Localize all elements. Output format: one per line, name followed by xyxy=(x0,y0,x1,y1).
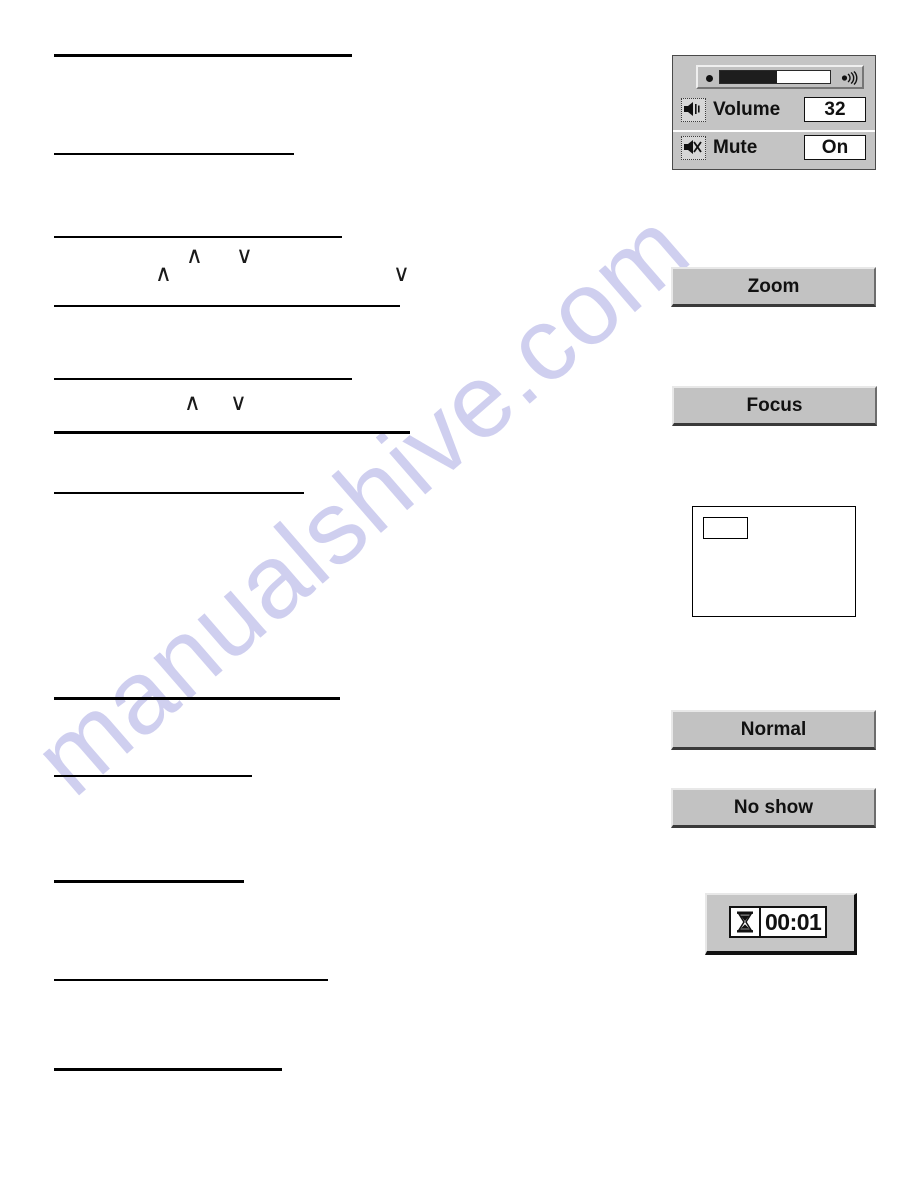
caret-down-3-icon: ∨ xyxy=(230,389,247,415)
volume-slider-row xyxy=(680,62,869,92)
manual-body-column: ∧ ∨ ∧ ∨ ∧ ∨ xyxy=(0,0,560,1188)
mute-row[interactable]: Mute On xyxy=(673,130,875,162)
section-rule xyxy=(54,979,328,981)
focus-button[interactable]: Focus xyxy=(672,386,877,426)
volume-row[interactable]: Volume 32 xyxy=(673,94,875,126)
section-rule xyxy=(54,378,352,380)
mute-value[interactable]: On xyxy=(804,135,866,160)
section-rule xyxy=(54,153,294,155)
caret-up-2-icon: ∧ xyxy=(155,260,172,286)
dot-icon xyxy=(706,75,713,82)
caret-up-3-icon: ∧ xyxy=(184,389,201,415)
volume-label: Volume xyxy=(713,99,781,120)
volume-value[interactable]: 32 xyxy=(804,97,866,122)
caret-up-1-icon: ∧ xyxy=(186,242,203,268)
speaker-wave-icon xyxy=(841,70,859,86)
digital-zoom-screen xyxy=(692,506,856,617)
digital-zoom-indicator xyxy=(703,517,748,539)
timer-panel: 00:01 xyxy=(705,893,857,955)
volume-osd-panel: Volume 32 Mute On xyxy=(672,55,876,170)
timer-display: 00:01 xyxy=(729,906,828,938)
osd-illustration-column: Volume 32 Mute On Zoom Focus Normal No s… xyxy=(600,0,918,1188)
caret-down-1-icon: ∨ xyxy=(236,242,253,268)
hourglass-icon xyxy=(731,908,761,936)
timer-value: 00:01 xyxy=(761,908,826,936)
section-rule xyxy=(54,880,244,883)
normal-button[interactable]: Normal xyxy=(671,710,876,750)
section-rule xyxy=(54,1068,282,1071)
no-show-button-label: No show xyxy=(733,796,814,818)
caret-down-2-icon: ∨ xyxy=(393,260,410,286)
section-rule xyxy=(54,775,252,777)
speaker-volume-icon xyxy=(681,98,706,122)
volume-slider-fill xyxy=(720,71,778,83)
speaker-mute-icon xyxy=(681,136,706,160)
section-rule xyxy=(54,431,410,434)
section-rule xyxy=(54,54,352,57)
section-rule xyxy=(54,236,342,238)
no-show-button[interactable]: No show xyxy=(671,788,876,828)
manual-page: manualshive.com ∧ ∨ ∧ ∨ ∧ ∨ Volume 32 Mu… xyxy=(0,0,918,1188)
focus-button-label: Focus xyxy=(746,394,803,416)
zoom-button[interactable]: Zoom xyxy=(671,267,876,307)
volume-slider-track[interactable] xyxy=(719,70,831,84)
mute-label: Mute xyxy=(713,137,758,158)
section-rule xyxy=(54,697,340,700)
normal-button-label: Normal xyxy=(740,718,807,740)
section-rule xyxy=(54,492,304,494)
zoom-button-label: Zoom xyxy=(747,275,800,297)
volume-slider-frame[interactable] xyxy=(696,65,864,89)
section-rule xyxy=(54,305,400,307)
